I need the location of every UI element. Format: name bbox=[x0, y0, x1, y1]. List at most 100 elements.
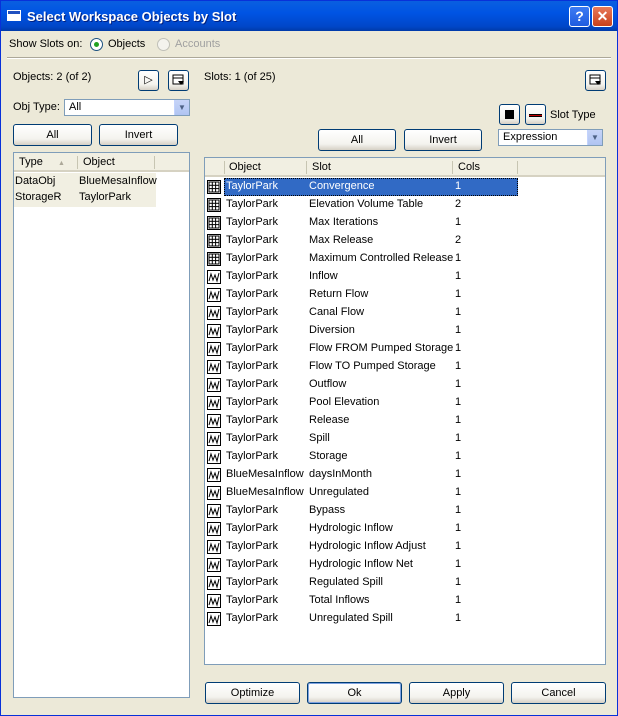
left-invert-button[interactable]: Invert bbox=[99, 124, 178, 146]
series-slot-icon bbox=[207, 468, 221, 482]
slot-cols: 2 bbox=[455, 234, 462, 246]
red-line-icon bbox=[529, 114, 542, 117]
slot-name: Maximum Controlled Release bbox=[309, 252, 454, 264]
cols-column-header[interactable]: Cols bbox=[458, 161, 480, 173]
slot-object: TaylorPark bbox=[226, 288, 278, 300]
slot-name: Unregulated bbox=[309, 486, 369, 498]
slot-cols: 1 bbox=[455, 414, 462, 426]
slot-name: Total Inflows bbox=[309, 594, 370, 606]
slot-type-label: Slot Type bbox=[550, 109, 596, 121]
table-row[interactable]: TaylorPark Hydrologic Inflow Net 1 bbox=[205, 556, 518, 574]
slot-object: TaylorPark bbox=[226, 252, 278, 264]
slot-object: TaylorPark bbox=[226, 504, 278, 516]
right-all-button[interactable]: All bbox=[318, 129, 396, 151]
slot-object: BlueMesaInflow bbox=[226, 486, 304, 498]
list-options-icon bbox=[172, 74, 185, 90]
object-column-header[interactable]: Object bbox=[83, 156, 115, 168]
table-row[interactable]: TaylorPark Spill 1 bbox=[205, 430, 518, 448]
left-all-button[interactable]: All bbox=[13, 124, 92, 146]
right-invert-button[interactable]: Invert bbox=[404, 129, 482, 151]
slot-object: TaylorPark bbox=[226, 612, 278, 624]
slot-cols: 1 bbox=[455, 396, 462, 408]
column-separator[interactable] bbox=[306, 161, 307, 174]
list-item[interactable]: StorageR TaylorPark bbox=[14, 189, 156, 207]
table-row[interactable]: TaylorPark Flow TO Pumped Storage 1 bbox=[205, 358, 518, 376]
chevron-down-icon[interactable]: ▼ bbox=[174, 100, 189, 115]
left-options-button[interactable] bbox=[168, 70, 189, 91]
accounts-radio-label[interactable]: Accounts bbox=[175, 38, 220, 50]
ok-button[interactable]: Ok bbox=[307, 682, 402, 704]
table-row[interactable]: BlueMesaInflow Unregulated 1 bbox=[205, 484, 518, 502]
table-row[interactable]: TaylorPark Bypass 1 bbox=[205, 502, 518, 520]
right-options-button[interactable] bbox=[585, 70, 606, 91]
series-slot-icon bbox=[207, 360, 221, 374]
slot-type-select[interactable]: Expression ▼ bbox=[498, 129, 603, 146]
objects-radio[interactable] bbox=[90, 38, 103, 51]
series-slot-icon bbox=[207, 558, 221, 572]
object-name: TaylorPark bbox=[79, 191, 131, 203]
table-row[interactable]: TaylorPark Flow FROM Pumped Storage 1 bbox=[205, 340, 518, 358]
column-separator[interactable] bbox=[452, 161, 453, 174]
table-row[interactable]: TaylorPark Total Inflows 1 bbox=[205, 592, 518, 610]
table-row[interactable]: TaylorPark Return Flow 1 bbox=[205, 286, 518, 304]
table-row[interactable]: TaylorPark Maximum Controlled Release 1 bbox=[205, 250, 518, 268]
series-slot-icon bbox=[207, 522, 221, 536]
cancel-button[interactable]: Cancel bbox=[511, 682, 606, 704]
slots-list[interactable]: Object Slot Cols TaylorPark Convergence 1 T… bbox=[204, 157, 606, 665]
table-row[interactable]: TaylorPark Canal Flow 1 bbox=[205, 304, 518, 322]
line-button[interactable] bbox=[525, 104, 546, 125]
objects-list[interactable]: Type ▲ Object DataObj BlueMesaInflow Sto… bbox=[13, 152, 190, 698]
table-row[interactable]: TaylorPark Unregulated Spill 1 bbox=[205, 610, 518, 628]
object-column-header[interactable]: Object bbox=[229, 161, 261, 173]
apply-button[interactable]: Apply bbox=[409, 682, 504, 704]
slot-cols: 1 bbox=[455, 216, 462, 228]
table-slot-icon bbox=[207, 180, 221, 194]
table-row[interactable]: TaylorPark Storage 1 bbox=[205, 448, 518, 466]
chevron-down-icon[interactable]: ▼ bbox=[587, 130, 602, 145]
table-row[interactable]: TaylorPark Regulated Spill 1 bbox=[205, 574, 518, 592]
accounts-radio[interactable] bbox=[157, 38, 170, 51]
slot-object: TaylorPark bbox=[226, 450, 278, 462]
dialog-window: Select Workspace Objects by Slot ? ✕ Sho… bbox=[0, 0, 618, 716]
slot-name: Max Release bbox=[309, 234, 374, 246]
objects-radio-label[interactable]: Objects bbox=[108, 38, 145, 50]
slot-object: TaylorPark bbox=[226, 540, 278, 552]
type-column-header[interactable]: Type bbox=[19, 156, 43, 168]
slot-column-header[interactable]: Slot bbox=[312, 161, 331, 173]
slot-object: TaylorPark bbox=[226, 324, 278, 336]
column-separator[interactable] bbox=[224, 161, 225, 174]
table-row[interactable]: TaylorPark Elevation Volume Table 2 bbox=[205, 196, 518, 214]
table-row[interactable]: TaylorPark Pool Elevation 1 bbox=[205, 394, 518, 412]
title-bar[interactable]: Select Workspace Objects by Slot ? ✕ bbox=[1, 1, 617, 31]
slot-cols: 1 bbox=[455, 576, 462, 588]
obj-type-select[interactable]: All ▼ bbox=[64, 99, 190, 116]
close-button[interactable]: ✕ bbox=[592, 6, 613, 27]
slot-object: TaylorPark bbox=[226, 306, 278, 318]
series-slot-icon bbox=[207, 324, 221, 338]
slot-object: TaylorPark bbox=[226, 522, 278, 534]
table-row[interactable]: TaylorPark Outflow 1 bbox=[205, 376, 518, 394]
table-row[interactable]: TaylorPark Max Release 2 bbox=[205, 232, 518, 250]
table-row[interactable]: TaylorPark Inflow 1 bbox=[205, 268, 518, 286]
square-button[interactable] bbox=[499, 104, 520, 125]
obj-type-value: All bbox=[69, 101, 82, 113]
table-row[interactable]: TaylorPark Convergence 1 bbox=[205, 178, 518, 196]
help-button[interactable]: ? bbox=[569, 6, 590, 27]
column-separator[interactable] bbox=[154, 156, 155, 169]
filled-square-icon bbox=[505, 110, 514, 119]
series-slot-icon bbox=[207, 396, 221, 410]
slot-name: Unregulated Spill bbox=[309, 612, 393, 624]
slot-name: daysInMonth bbox=[309, 468, 372, 480]
column-separator[interactable] bbox=[517, 161, 518, 174]
table-row[interactable]: TaylorPark Release 1 bbox=[205, 412, 518, 430]
table-row[interactable]: BlueMesaInflow daysInMonth 1 bbox=[205, 466, 518, 484]
table-row[interactable]: TaylorPark Max Iterations 1 bbox=[205, 214, 518, 232]
table-row[interactable]: TaylorPark Diversion 1 bbox=[205, 322, 518, 340]
table-row[interactable]: TaylorPark Hydrologic Inflow Adjust 1 bbox=[205, 538, 518, 556]
play-button[interactable]: ▷ bbox=[138, 70, 159, 91]
table-row[interactable]: TaylorPark Hydrologic Inflow 1 bbox=[205, 520, 518, 538]
column-separator[interactable] bbox=[77, 156, 78, 169]
series-slot-icon bbox=[207, 612, 221, 626]
slots-list-header: Object Slot Cols bbox=[205, 158, 605, 177]
optimize-button[interactable]: Optimize bbox=[205, 682, 300, 704]
